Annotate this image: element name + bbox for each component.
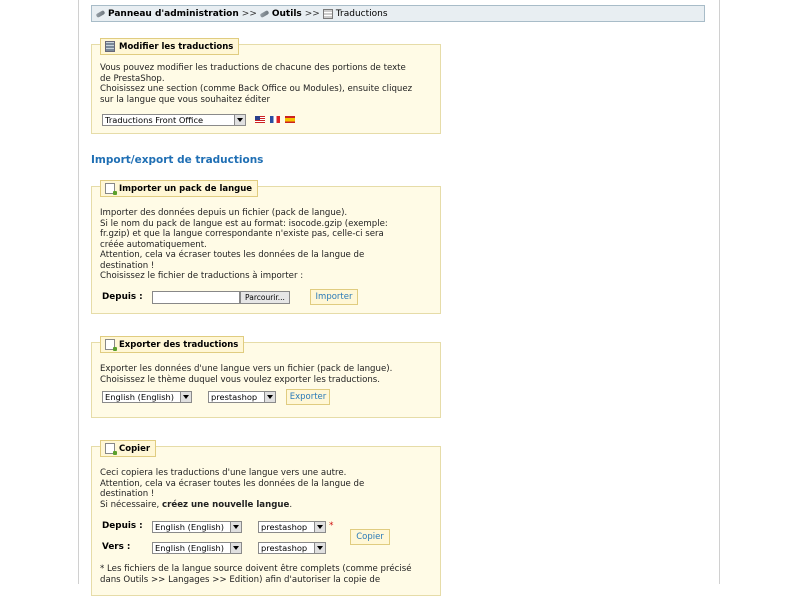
flag-es-icon[interactable] bbox=[285, 116, 295, 123]
select-value: prestashop bbox=[261, 543, 308, 553]
text-line: Choisissez le thème duquel vous voulez e… bbox=[100, 374, 380, 385]
wrench-icon bbox=[259, 9, 270, 18]
breadcrumb: Panneau d'administration >> Outils >> Tr… bbox=[91, 5, 705, 22]
text-line: de PrestaShop. bbox=[100, 73, 165, 84]
legend-label: Exporter des traductions bbox=[119, 339, 239, 350]
document-icon bbox=[105, 339, 117, 351]
text-line: sur la langue que vous souhaitez éditer bbox=[100, 94, 271, 105]
text-line: Choisissez le fichier de traductions à i… bbox=[100, 271, 304, 281]
chevron-down-icon bbox=[264, 392, 275, 402]
chevron-down-icon bbox=[234, 115, 245, 125]
select-value: prestashop bbox=[211, 392, 258, 402]
select-value: English (English) bbox=[155, 543, 225, 553]
chevron-down-icon bbox=[230, 543, 241, 553]
text-line: Choisissez une section (comme Back Offic… bbox=[100, 84, 413, 94]
import-box: Importer un pack de langue Importer des … bbox=[91, 180, 441, 314]
chevron-down-icon bbox=[314, 522, 325, 532]
text-line: destination ! bbox=[100, 260, 155, 271]
text-line: Importer des données depuis un fichier (… bbox=[100, 208, 348, 218]
create-language-link[interactable]: créez une nouvelle langue bbox=[162, 500, 289, 510]
select-value: English (English) bbox=[105, 392, 175, 402]
export-legend: Exporter des traductions bbox=[100, 336, 245, 353]
copy-to-label: Vers : bbox=[102, 542, 131, 552]
wrench-icon bbox=[95, 9, 106, 18]
copy-button[interactable]: Copier bbox=[350, 529, 390, 545]
copy-from-language-select[interactable]: English (English) bbox=[152, 521, 242, 533]
select-value: English (English) bbox=[155, 522, 225, 532]
export-button[interactable]: Exporter bbox=[286, 389, 330, 405]
text-fragment: Si nécessaire, bbox=[100, 499, 163, 510]
modify-description: Vous pouvez modifier les traductions de … bbox=[100, 63, 412, 105]
chevron-down-icon bbox=[314, 543, 325, 553]
browse-button[interactable]: Parcourir... bbox=[240, 291, 290, 304]
breadcrumb-tools-link[interactable]: Outils bbox=[272, 9, 302, 19]
modify-translations-box: Modifier les traductions Vous pouvez mod… bbox=[91, 38, 441, 134]
flag-en-icon[interactable] bbox=[255, 116, 265, 123]
text-line: Exporter les données d'une langue vers u… bbox=[100, 364, 393, 374]
flag-fr-icon[interactable] bbox=[270, 116, 280, 123]
file-path-input[interactable] bbox=[152, 291, 240, 304]
import-button[interactable]: Importer bbox=[310, 289, 358, 305]
text-line: Si le nom du pack de langue est au forma… bbox=[100, 218, 388, 229]
section-title: Import/export de traductions bbox=[91, 154, 264, 166]
legend-label: Importer un pack de langue bbox=[119, 183, 253, 194]
text-fragment: . bbox=[289, 499, 293, 510]
note-line: * Les fichiers de la langue source doive… bbox=[100, 564, 412, 574]
select-value: Traductions Front Office bbox=[105, 115, 204, 125]
chevron-down-icon bbox=[180, 392, 191, 402]
text-line: Vous pouvez modifier les traductions de … bbox=[100, 63, 406, 73]
note-line: dans Outils >> Langages >> Edition) afin… bbox=[100, 574, 381, 585]
required-mark: * bbox=[329, 521, 334, 531]
text-line: Attention, cela va écraser toutes les do… bbox=[100, 250, 365, 260]
legend-label: Copier bbox=[119, 443, 151, 454]
database-icon bbox=[105, 41, 115, 52]
import-from-label: Depuis : bbox=[102, 292, 143, 302]
import-description: Importer des données depuis un fichier (… bbox=[100, 208, 388, 282]
text-line: fr.gzip) et que la langue correspondante… bbox=[100, 229, 384, 239]
breadcrumb-separator: >> bbox=[304, 8, 320, 19]
export-box: Exporter des traductions Exporter les do… bbox=[91, 336, 441, 418]
breadcrumb-admin-link[interactable]: Panneau d'administration bbox=[108, 9, 239, 19]
chevron-down-icon bbox=[230, 522, 241, 532]
main-panel: Panneau d'administration >> Outils >> Tr… bbox=[78, 0, 720, 596]
select-value: prestashop bbox=[261, 522, 308, 532]
copy-legend: Copier bbox=[100, 440, 157, 457]
export-language-select[interactable]: English (English) bbox=[102, 391, 192, 403]
breadcrumb-current: Traductions bbox=[335, 8, 388, 19]
text-line: Ceci copiera les traductions d'une langu… bbox=[100, 468, 347, 478]
copy-icon bbox=[105, 443, 117, 455]
copy-box: Copier Ceci copiera les traductions d'un… bbox=[91, 440, 441, 596]
copy-to-language-select[interactable]: English (English) bbox=[152, 542, 242, 554]
import-legend: Importer un pack de langue bbox=[100, 180, 259, 197]
text-line: Attention, cela va écraser toutes les do… bbox=[100, 478, 365, 489]
copy-from-theme-select[interactable]: prestashop bbox=[258, 521, 326, 533]
breadcrumb-separator: >> bbox=[241, 8, 257, 19]
copy-to-theme-select[interactable]: prestashop bbox=[258, 542, 326, 554]
document-icon bbox=[105, 183, 117, 195]
legend-label: Modifier les traductions bbox=[119, 41, 234, 52]
text-line: destination ! bbox=[100, 489, 155, 499]
text-line: créée automatiquement. bbox=[100, 239, 207, 250]
copy-description: Ceci copiera les traductions d'une langu… bbox=[100, 468, 364, 510]
copy-from-label: Depuis : bbox=[102, 521, 143, 531]
copy-note: * Les fichiers de la langue source doive… bbox=[100, 564, 411, 585]
text-line: * Les fichiers de la langue source doive… bbox=[100, 564, 411, 575]
translations-icon bbox=[322, 8, 333, 19]
modify-translations-legend: Modifier les traductions bbox=[100, 38, 240, 55]
translation-type-select[interactable]: Traductions Front Office bbox=[102, 114, 246, 126]
export-description: Exporter les données d'une langue vers u… bbox=[100, 364, 392, 385]
text-line: Si nécessaire, créez une nouvelle langue… bbox=[100, 500, 364, 511]
export-theme-select[interactable]: prestashop bbox=[208, 391, 276, 403]
